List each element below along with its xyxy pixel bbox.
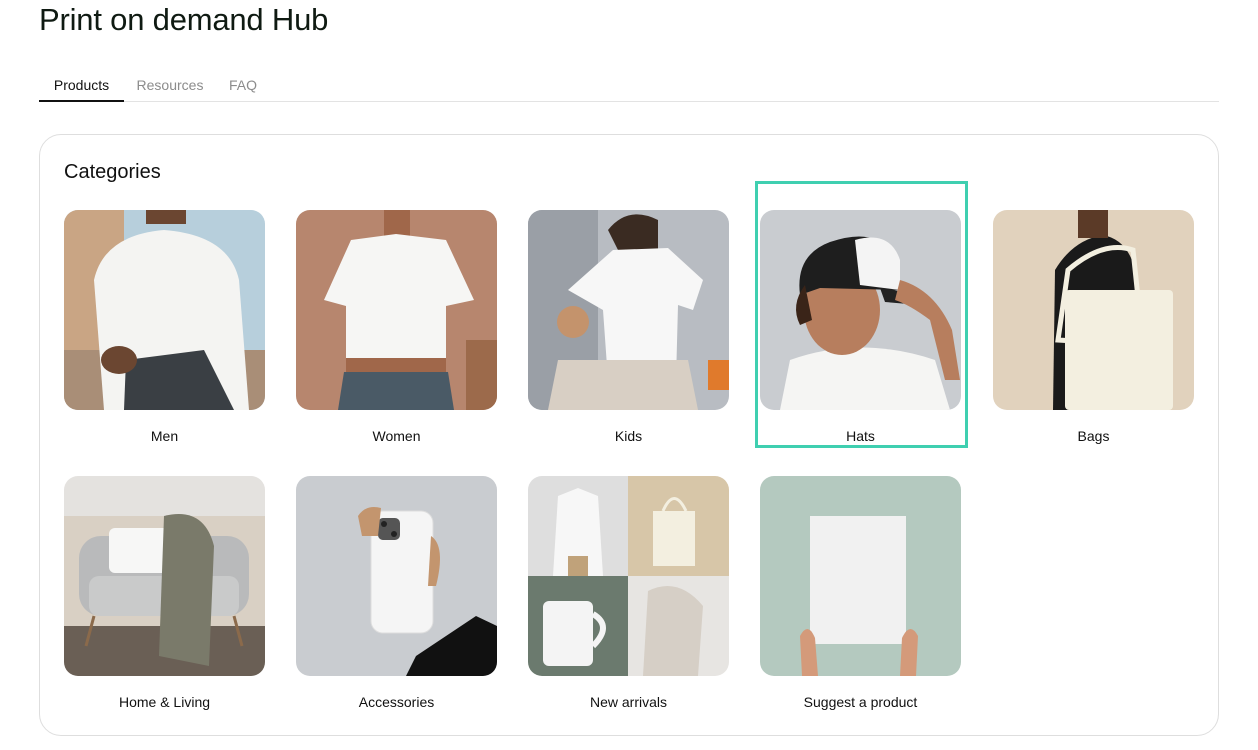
suggest-product-image [760, 476, 961, 676]
category-label: New arrivals [589, 694, 667, 710]
category-home-living[interactable]: Home & Living [64, 476, 265, 712]
category-accessories[interactable]: Accessories [296, 476, 497, 712]
tab-resources[interactable]: Resources [129, 73, 211, 102]
category-suggest-product[interactable]: Suggest a product [760, 476, 961, 712]
tab-products[interactable]: Products [39, 73, 124, 102]
category-label: Men [150, 428, 179, 444]
categories-heading: Categories [64, 161, 161, 183]
category-label: Home & Living [118, 694, 211, 710]
bags-image [993, 210, 1194, 410]
category-new-arrivals[interactable]: New arrivals [528, 476, 729, 712]
category-kids[interactable]: Kids [528, 210, 729, 446]
category-women[interactable]: Women [296, 210, 497, 446]
tab-bar: Products Resources FAQ [39, 73, 1219, 102]
category-bags[interactable]: Bags [993, 210, 1194, 446]
category-hats[interactable]: Hats [760, 210, 961, 446]
new-arrivals-image [528, 476, 729, 676]
category-label: Bags [1077, 428, 1110, 444]
tab-faq[interactable]: FAQ [223, 73, 263, 102]
hats-image [760, 210, 961, 410]
men-image [64, 210, 265, 410]
categories-card: Categories Men Women Kids Hats Bags Home… [39, 134, 1219, 736]
category-label: Women [372, 428, 421, 444]
kids-image [528, 210, 729, 410]
accessories-image [296, 476, 497, 676]
category-men[interactable]: Men [64, 210, 265, 446]
page-title: Print on demand Hub [39, 2, 329, 37]
category-label: Suggest a product [803, 694, 918, 710]
women-image [296, 210, 497, 410]
category-label: Kids [614, 428, 643, 444]
home-living-image [64, 476, 265, 676]
category-label: Accessories [358, 694, 435, 710]
category-label: Hats [846, 428, 875, 444]
